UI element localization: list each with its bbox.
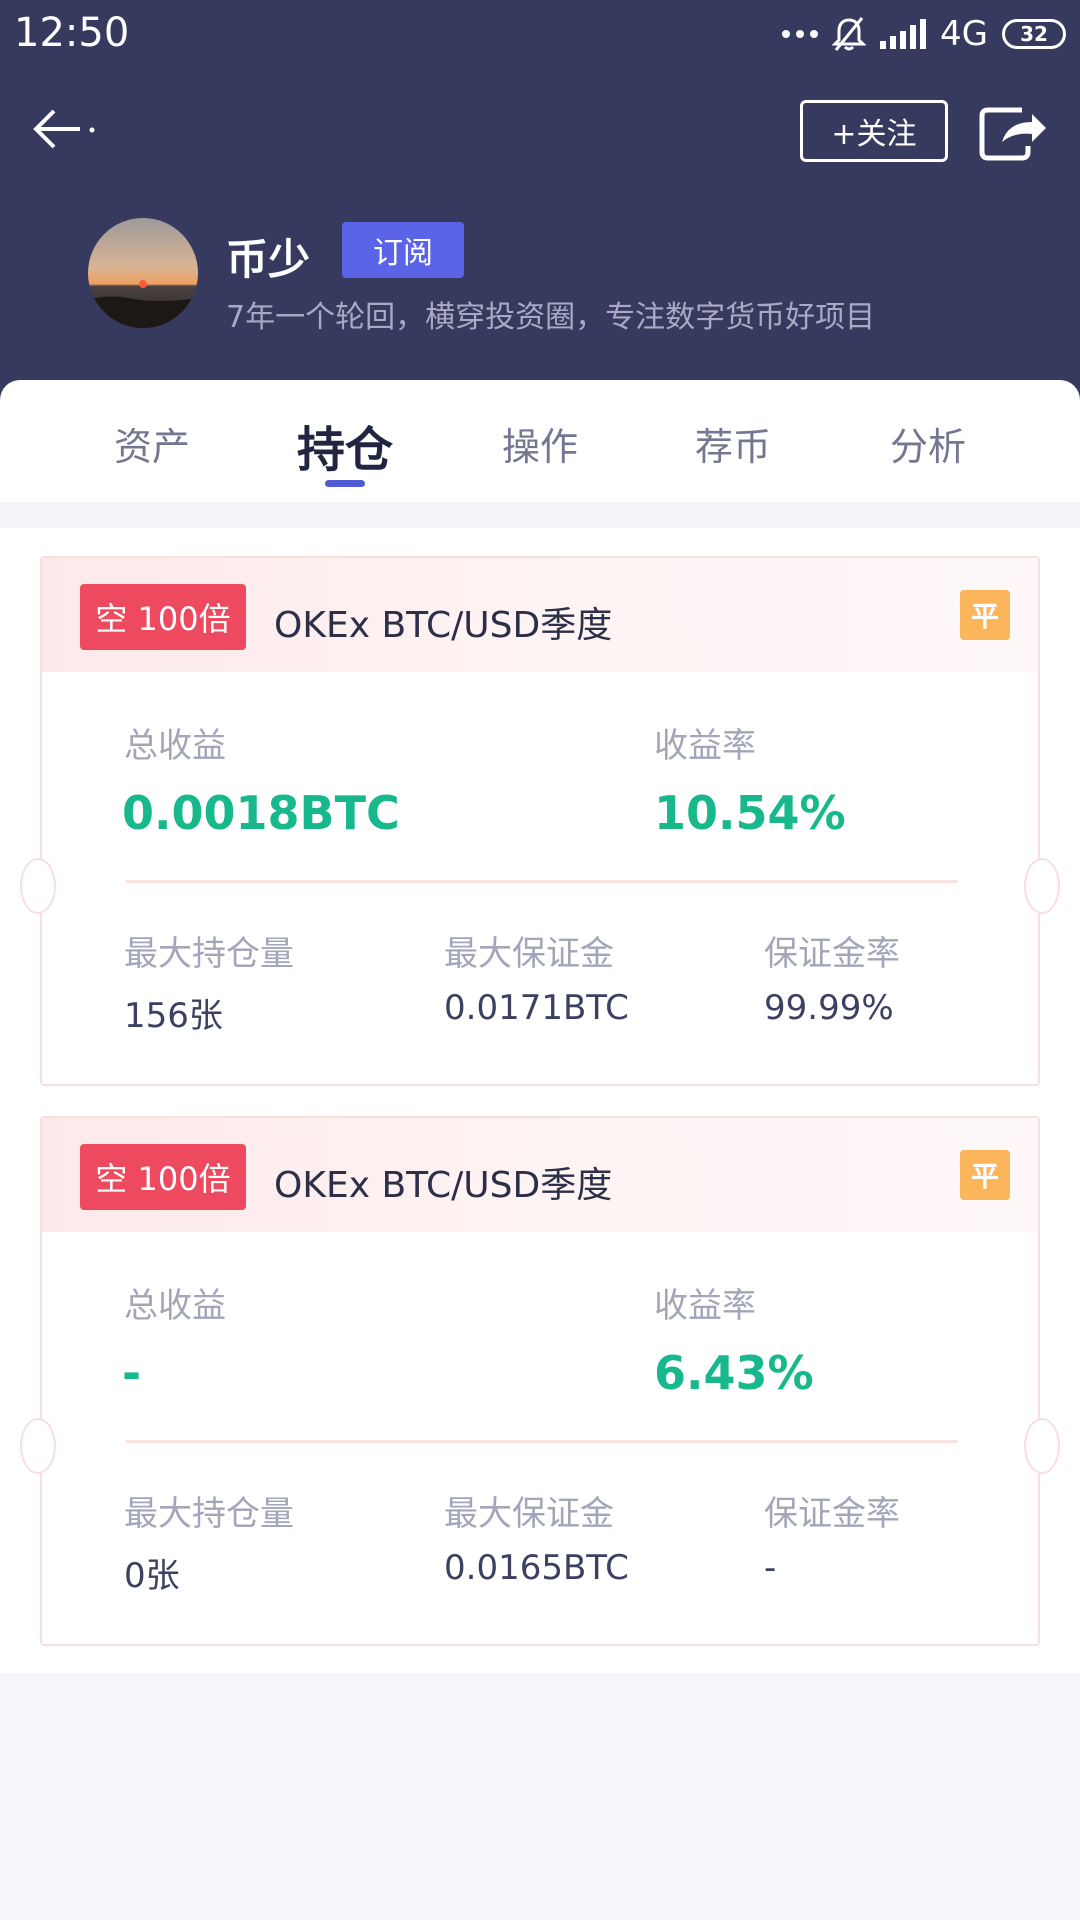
- card-divider: [126, 880, 958, 883]
- section-divider: [0, 502, 1080, 528]
- tab-analysis[interactable]: 分析: [890, 416, 966, 471]
- subscribe-button[interactable]: 订阅: [342, 222, 464, 278]
- margin-rate-label: 保证金率: [764, 934, 900, 974]
- profit-rate-label: 收益率: [654, 1286, 756, 1326]
- signal-icon: [880, 19, 927, 49]
- max-margin-value: 0.0165BTC: [444, 1548, 629, 1588]
- card-notch: [1024, 858, 1060, 914]
- follow-button[interactable]: +关注: [800, 100, 948, 162]
- card-divider: [126, 1440, 958, 1443]
- status-bar: 12:50 4G 32: [0, 0, 1080, 70]
- status-time: 12:50: [14, 10, 130, 56]
- network-type: 4G: [940, 14, 988, 54]
- more-notifications-icon: [782, 30, 819, 38]
- empty-footer-area: [0, 1673, 1080, 1920]
- position-card[interactable]: 空 100倍 OKEx BTC/USD季度 平 总收益 - 收益率 6.43% …: [20, 1116, 1060, 1646]
- card-notch: [1024, 1418, 1060, 1474]
- profit-rate-label: 收益率: [654, 726, 756, 766]
- margin-rate-value: 99.99%: [764, 988, 894, 1028]
- profile-header: 12:50 4G 32 +关注 币少 订阅 7年一个轮回，横穿投资圈，专注数字货…: [0, 0, 1080, 420]
- margin-rate-value: -: [764, 1548, 777, 1588]
- tab-recommended-coins[interactable]: 荐币: [695, 416, 771, 471]
- avatar[interactable]: [88, 218, 198, 328]
- close-position-button[interactable]: 平: [960, 590, 1010, 640]
- max-position-value: 156张: [124, 996, 223, 1036]
- contract-title: OKEx BTC/USD季度: [274, 1165, 613, 1206]
- close-position-button[interactable]: 平: [960, 1150, 1010, 1200]
- short-leverage-badge: 空 100倍: [80, 584, 246, 650]
- total-profit-label: 总收益: [124, 726, 226, 766]
- mute-bell-icon: [832, 17, 867, 51]
- total-profit-value: -: [122, 1346, 142, 1400]
- tab-positions[interactable]: 持仓: [297, 410, 393, 480]
- battery-icon: 32: [1002, 19, 1066, 49]
- card-notch: [20, 858, 56, 914]
- tab-operations[interactable]: 操作: [502, 416, 578, 471]
- status-icons: 4G 32: [782, 14, 1066, 54]
- max-position-value: 0张: [124, 1556, 180, 1596]
- profit-rate-value: 6.43%: [654, 1346, 814, 1400]
- max-margin-label: 最大保证金: [444, 1494, 614, 1534]
- user-bio: 7年一个轮回，横穿投资圈，专注数字货币好项目: [226, 300, 876, 335]
- max-margin-value: 0.0171BTC: [444, 988, 629, 1028]
- max-position-label: 最大持仓量: [124, 934, 294, 974]
- margin-rate-label: 保证金率: [764, 1494, 900, 1534]
- contract-title: OKEx BTC/USD季度: [274, 605, 613, 646]
- active-tab-indicator: [325, 480, 365, 487]
- max-margin-label: 最大保证金: [444, 934, 614, 974]
- short-leverage-badge: 空 100倍: [80, 1144, 246, 1210]
- position-card[interactable]: 空 100倍 OKEx BTC/USD季度 平 总收益 0.0018BTC 收益…: [20, 556, 1060, 1086]
- battery-level: 32: [1020, 22, 1048, 46]
- total-profit-value: 0.0018BTC: [122, 786, 400, 840]
- card-notch: [20, 1418, 56, 1474]
- tab-assets[interactable]: 资产: [114, 416, 190, 471]
- total-profit-label: 总收益: [124, 1286, 226, 1326]
- max-position-label: 最大持仓量: [124, 1494, 294, 1534]
- share-icon[interactable]: [978, 102, 1050, 164]
- tab-bar: 资产 持仓 操作 荐币 分析: [0, 380, 1080, 502]
- profit-rate-value: 10.54%: [654, 786, 846, 840]
- back-arrow-icon[interactable]: [30, 104, 100, 154]
- user-name: 币少: [226, 235, 311, 284]
